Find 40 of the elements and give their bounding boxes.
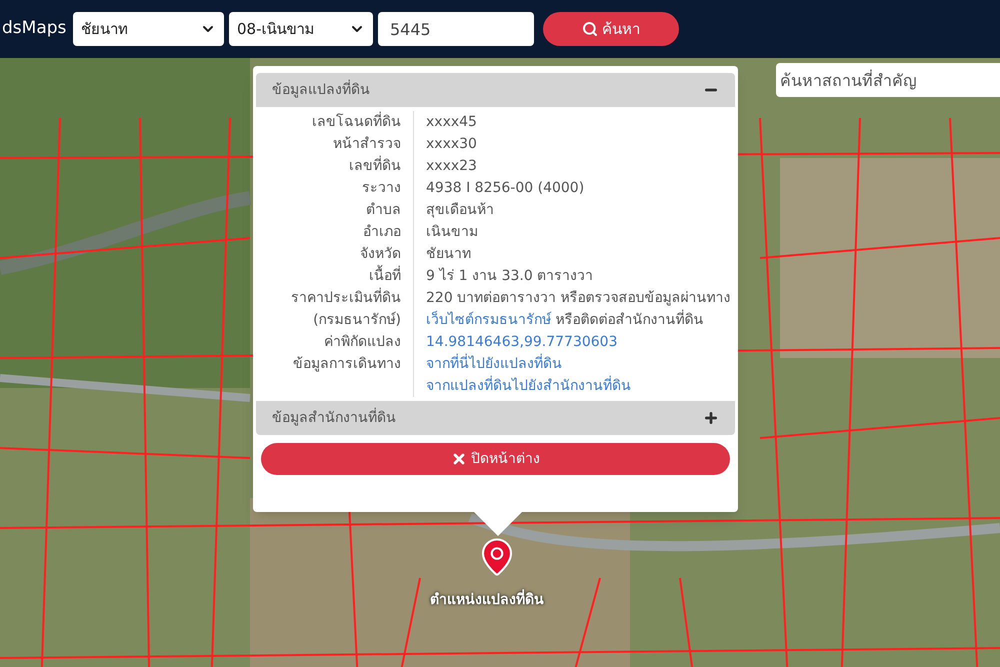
section-header[interactable]: ข้อมูลแปลงที่ดิน — [256, 73, 735, 107]
logo-text: dsMaps — [1, 17, 68, 40]
field-label: ระวาง — [362, 180, 401, 196]
field-value: xxxx30 — [426, 136, 477, 152]
marker-label: ตำแหน่งแปลงที่ดิน — [430, 590, 544, 611]
close-window-button[interactable]: ปิดหน้าต่าง — [261, 443, 730, 475]
section-header[interactable]: ข้อมูลสำนักงานที่ดิน — [256, 401, 735, 435]
field-value: เนินขาม — [426, 224, 478, 240]
parcel-number-input[interactable]: 5445 — [378, 12, 534, 46]
field-label: เลขที่ดิน — [349, 158, 401, 174]
field-value: สุขเดือนห้า — [426, 202, 494, 218]
field-value: 4938 I 8256-00 (4000) — [426, 180, 584, 196]
link[interactable]: เว็บไซต์กรมธนารักษ์ — [426, 312, 551, 328]
link[interactable]: จากที่นี่ไปยังแปลงที่ดิน — [426, 356, 562, 372]
search-icon — [582, 21, 598, 37]
search-button[interactable]: ค้นหา — [543, 12, 679, 46]
field-label: อำเภอ — [363, 224, 401, 240]
field-value: xxxx45 — [426, 114, 477, 130]
field-label: ราคาประเมินที่ดิน — [291, 290, 401, 306]
link[interactable]: จากแปลงที่ดินไปยังสำนักงานที่ดิน — [426, 378, 631, 394]
field-value: xxxx23 — [426, 158, 477, 174]
link[interactable]: 14.98146463,99.77730603 — [426, 334, 618, 350]
field-label: จังหวัด — [360, 246, 401, 262]
field-label: (กรมธนารักษ์) — [313, 312, 401, 328]
field-value: หรือติดต่อสำนักงานที่ดิน — [551, 312, 704, 328]
province-select[interactable]: ชัยนาท — [73, 12, 224, 46]
field-value: 220 บาทต่อตารางวา หรือตรวจสอบข้อมูลผ่านทาง — [426, 290, 731, 306]
field-label: หน้าสำรวจ — [333, 136, 401, 152]
field-label: ตำบล — [366, 202, 401, 218]
section-title: ข้อมูลแปลงที่ดิน — [272, 80, 370, 100]
close-icon — [451, 451, 467, 467]
expand-icon[interactable] — [703, 410, 719, 426]
field-label: ข้อมูลการเดินทาง — [293, 356, 401, 372]
field-label: ค่าพิกัดแปลง — [324, 334, 401, 350]
section-title: ข้อมูลสำนักงานที่ดิน — [272, 408, 396, 428]
district-select[interactable]: 08-เนินขาม — [229, 12, 373, 46]
field-value: 9 ไร่ 1 งาน 33.0 ตารางวา — [426, 268, 594, 284]
place-search-field[interactable]: ค้นหาสถานที่สำคัญ — [776, 63, 1000, 97]
field-label: เลขโฉนดที่ดิน — [312, 114, 401, 130]
field-value: ชัยนาท — [426, 246, 471, 262]
